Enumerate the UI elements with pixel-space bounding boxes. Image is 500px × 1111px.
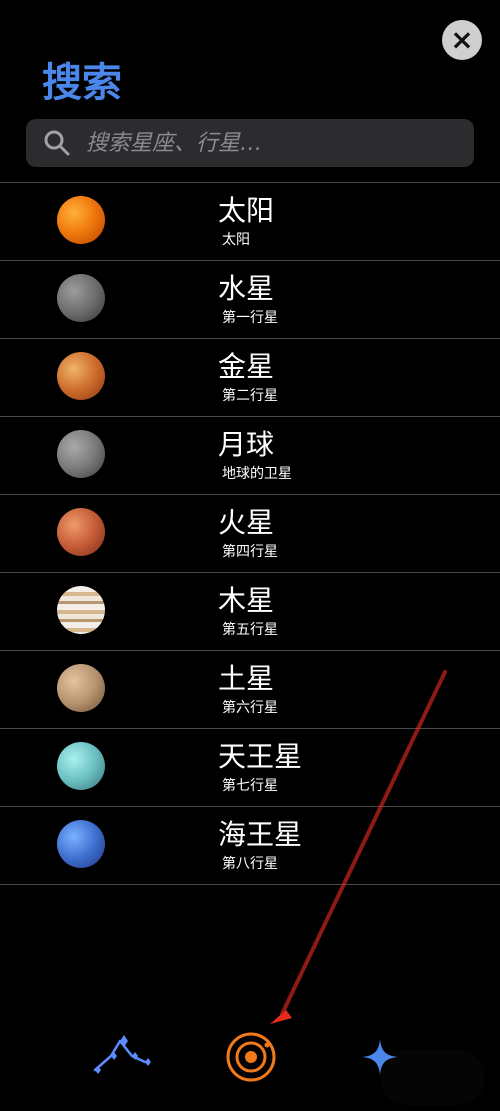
item-name: 水星 bbox=[218, 272, 275, 305]
item-subtitle: 地球的卫星 bbox=[222, 466, 292, 482]
constellation-icon[interactable] bbox=[87, 1032, 153, 1076]
item-subtitle: 第七行星 bbox=[222, 778, 278, 794]
item-subtitle: 第六行星 bbox=[222, 700, 278, 716]
item-name: 月球 bbox=[218, 428, 275, 461]
mars-icon bbox=[57, 508, 105, 556]
close-icon: × bbox=[450, 23, 474, 56]
list-item[interactable]: 太阳 太阳 bbox=[0, 183, 500, 261]
list-item[interactable]: 火星 第四行星 bbox=[0, 495, 500, 573]
mercury-icon bbox=[57, 274, 105, 322]
list-item[interactable]: 水星 第一行星 bbox=[0, 261, 500, 339]
item-name: 天王星 bbox=[218, 740, 303, 773]
celestial-list: 太阳 太阳 水星 第一行星 金星 第二行星 月球 地球的卫星 火星 第四行星 木… bbox=[0, 182, 500, 885]
item-name: 土星 bbox=[218, 662, 275, 695]
close-button[interactable]: × bbox=[442, 20, 482, 60]
sun-icon bbox=[57, 196, 105, 244]
list-item[interactable]: 土星 第六行星 bbox=[0, 651, 500, 729]
item-subtitle: 第八行星 bbox=[222, 856, 278, 872]
search-input[interactable] bbox=[84, 129, 448, 157]
venus-icon bbox=[57, 352, 105, 400]
jupiter-icon bbox=[57, 586, 105, 634]
screen-smudge bbox=[380, 1050, 485, 1105]
item-name: 海王星 bbox=[218, 818, 303, 851]
item-subtitle: 第五行星 bbox=[222, 622, 278, 638]
item-name: 木星 bbox=[218, 584, 275, 617]
list-item[interactable]: 天王星 第七行星 bbox=[0, 729, 500, 807]
item-name: 金星 bbox=[218, 350, 275, 383]
list-item[interactable]: 海王星 第八行星 bbox=[0, 807, 500, 885]
list-item[interactable]: 金星 第二行星 bbox=[0, 339, 500, 417]
item-subtitle: 第一行星 bbox=[222, 310, 278, 326]
neptune-icon bbox=[57, 820, 105, 868]
uranus-icon bbox=[57, 742, 105, 790]
solar-system-icon[interactable] bbox=[223, 1029, 279, 1085]
item-name: 太阳 bbox=[218, 194, 275, 227]
item-name: 火星 bbox=[218, 506, 275, 539]
search-icon bbox=[44, 130, 70, 156]
item-subtitle: 太阳 bbox=[222, 232, 250, 248]
item-subtitle: 第二行星 bbox=[222, 388, 278, 404]
list-item[interactable]: 木星 第五行星 bbox=[0, 573, 500, 651]
moon-icon bbox=[57, 430, 105, 478]
search-bar[interactable] bbox=[26, 119, 474, 167]
page-title: 搜索 bbox=[42, 60, 122, 106]
item-subtitle: 第四行星 bbox=[222, 544, 278, 560]
saturn-icon bbox=[57, 664, 105, 712]
list-item[interactable]: 月球 地球的卫星 bbox=[0, 417, 500, 495]
